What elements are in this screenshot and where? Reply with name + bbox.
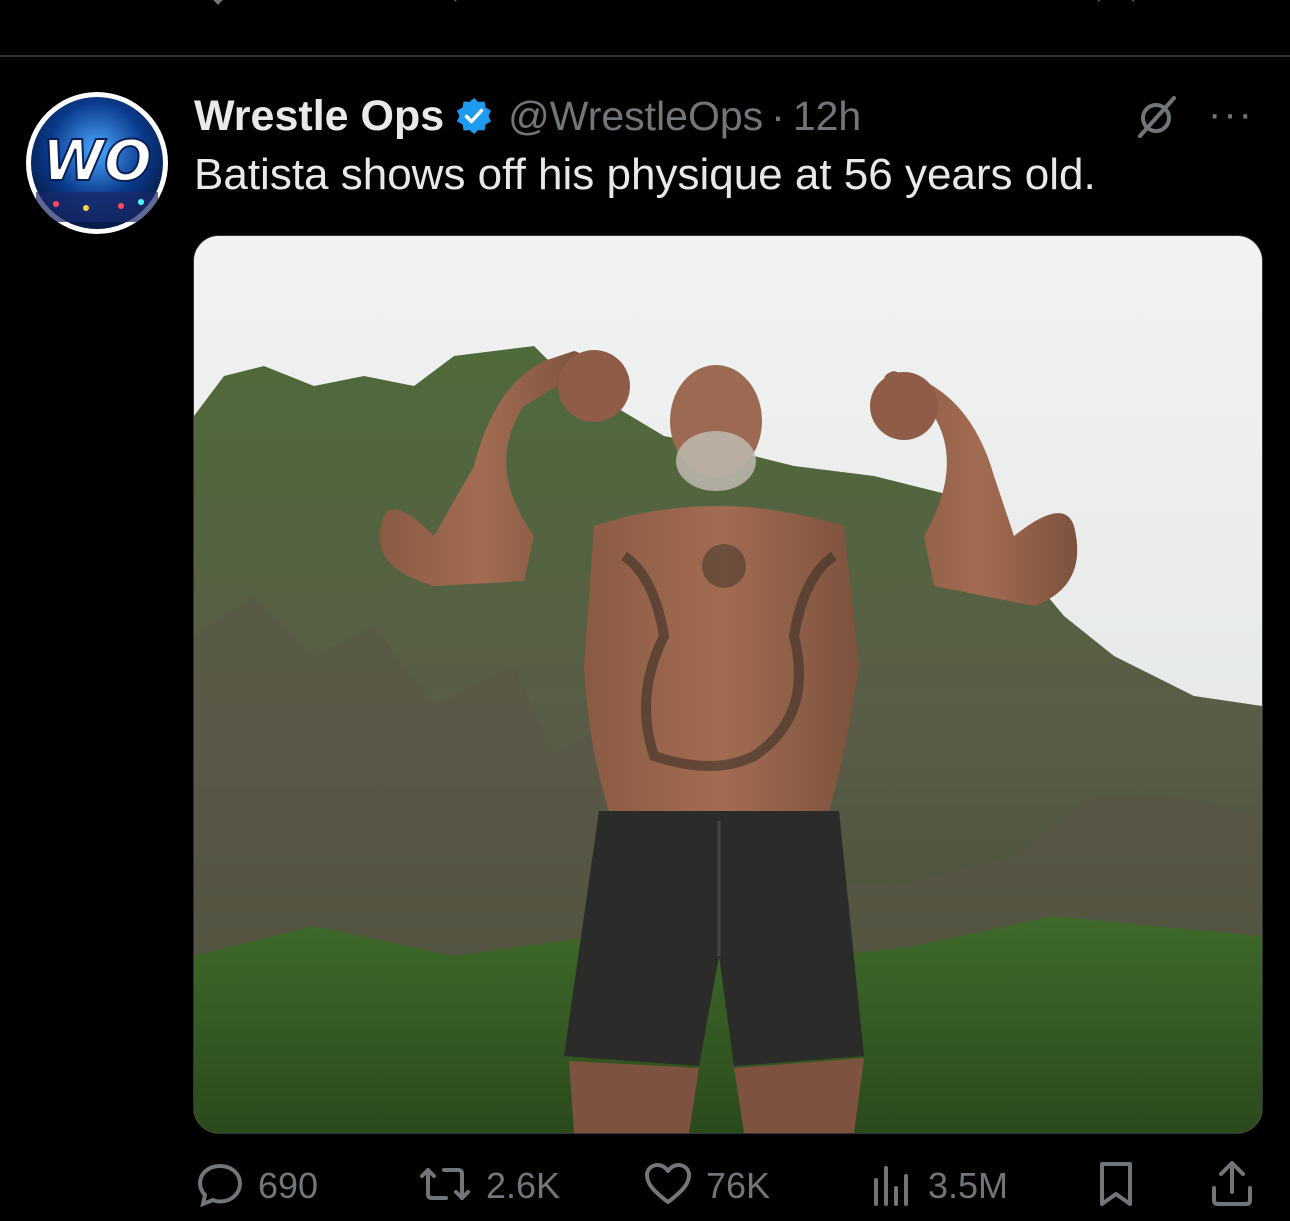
like-icon — [642, 1158, 694, 1215]
share-button[interactable] — [1208, 1158, 1256, 1214]
author-name[interactable]: Wrestle Ops — [194, 92, 444, 141]
more-icon[interactable]: ··· — [1208, 92, 1254, 137]
repost-button[interactable]: 2.6K — [416, 1158, 560, 1214]
previous-tweet-actions — [0, 0, 1290, 56]
views-icon[interactable] — [862, 0, 912, 29]
tweet-text: Batista shows off his physique at 56 yea… — [194, 150, 1096, 199]
like-icon[interactable] — [648, 0, 698, 29]
tweet-actions: 690 2.6K 76K 3.5M — [0, 1158, 1290, 1214]
views-icon — [868, 1158, 916, 1215]
grok-icon[interactable] — [1134, 94, 1180, 145]
bookmark-icon[interactable] — [1094, 0, 1138, 29]
avatar-logo-text: WO — [42, 129, 151, 194]
views-count: 3.5M — [928, 1165, 1009, 1206]
like-count: 76K — [706, 1165, 771, 1206]
views-button[interactable]: 3.5M — [868, 1158, 1008, 1214]
like-button[interactable]: 76K — [642, 1158, 770, 1214]
bookmark-icon — [1094, 1158, 1138, 1215]
reply-count: 690 — [258, 1165, 319, 1206]
tweet-photo[interactable] — [193, 235, 1263, 1134]
reply-icon[interactable] — [196, 0, 244, 29]
separator-dot: · — [771, 92, 785, 139]
repost-icon — [416, 1158, 474, 1215]
reply-icon — [194, 1158, 246, 1215]
tweet-divider — [0, 55, 1290, 57]
share-icon[interactable] — [1210, 0, 1254, 29]
timestamp[interactable]: 12h — [793, 93, 861, 140]
share-icon — [1208, 1158, 1256, 1215]
timeline: WO Wrestle Ops @WrestleOps · 12h ··· Bat… — [0, 0, 1290, 1221]
author-handle[interactable]: @WrestleOps — [508, 93, 763, 140]
repost-icon[interactable] — [420, 0, 480, 29]
bookmark-button[interactable] — [1094, 1158, 1138, 1214]
reply-button[interactable]: 690 — [194, 1158, 318, 1214]
repost-count: 2.6K — [486, 1165, 561, 1206]
verified-badge-icon[interactable] — [454, 96, 494, 136]
avatar[interactable]: WO — [26, 92, 168, 234]
tweet-header: Wrestle Ops @WrestleOps · 12h — [194, 88, 861, 144]
